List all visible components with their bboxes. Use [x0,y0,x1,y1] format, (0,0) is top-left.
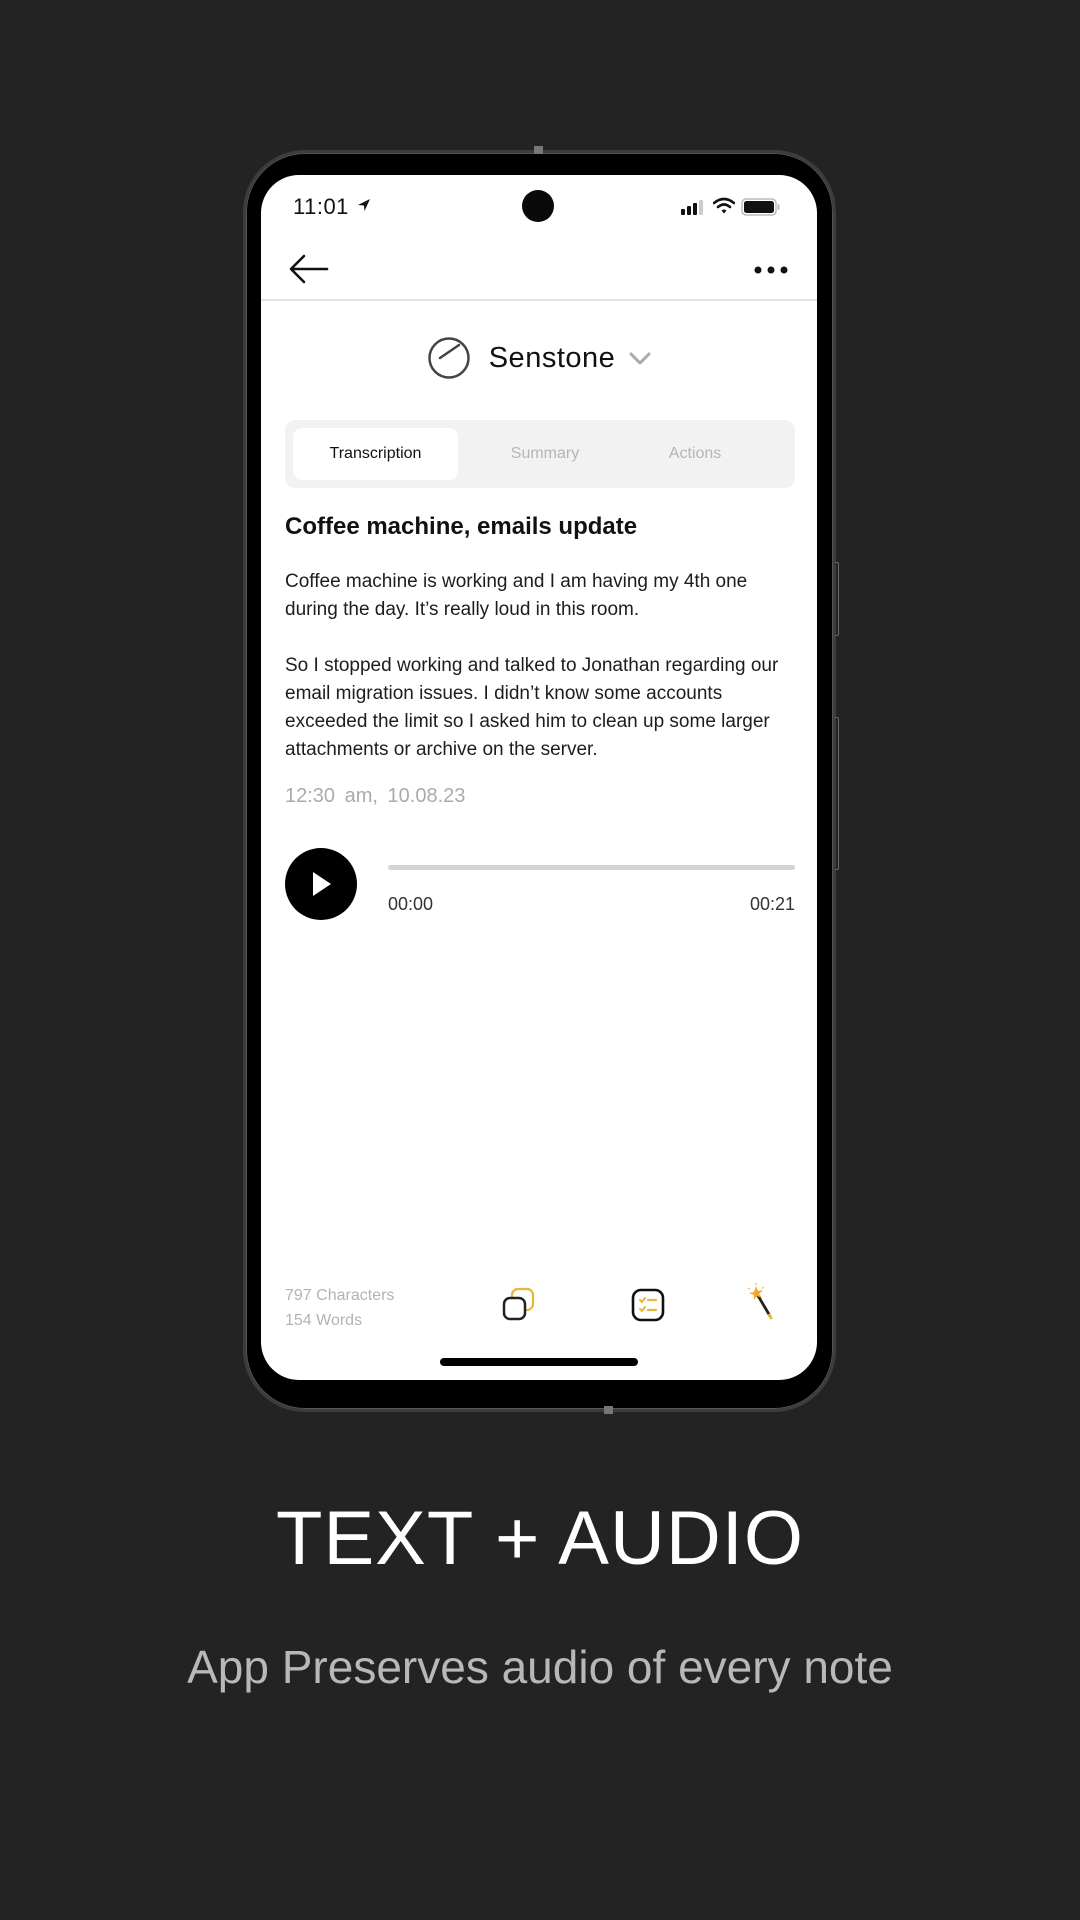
tab-summary[interactable]: Summary [470,428,620,480]
copy-button[interactable] [501,1287,537,1323]
back-button[interactable] [287,251,331,287]
chevron-down-icon [629,352,651,365]
more-horizontal-icon [754,266,788,274]
audio-progress-slider[interactable] [388,865,795,870]
play-icon [313,872,331,896]
total-time: 00:21 [749,894,795,914]
status-bar: 11:01 [261,175,817,235]
volume-button [835,717,839,870]
audio-player: 00:00 00:21 [285,848,795,928]
note-timestamp: 12:30 am, 10.08.23 [285,785,465,808]
note-time: 12:30 am, [285,785,378,807]
promo-headline: TEXT + AUDIO [276,1496,804,1581]
play-button[interactable] [285,848,357,920]
phone-screen: 11:01 Senstone Transcription Summary Act… [261,175,817,1380]
word-count: 154 Words [285,1312,363,1329]
frame-antenna-top [534,146,543,154]
power-button [835,562,839,636]
home-indicator[interactable] [440,1358,638,1366]
note-paragraph: Coffee machine is working and I am havin… [285,571,748,620]
more-options-button[interactable] [751,255,791,285]
magic-wand-button[interactable] [746,1283,776,1323]
magic-wand-icon [747,1283,773,1320]
status-time: 11:01 [293,194,349,219]
character-count: 797 Characters [285,1287,395,1304]
promo-subline: App Preserves audio of every note [187,1641,893,1693]
tab-transcription[interactable]: Transcription [293,428,458,480]
senstone-logo-icon [427,337,470,379]
checklist-button[interactable] [631,1288,665,1322]
brand-selector[interactable]: Senstone [261,335,817,381]
tab-bar: Transcription Summary Actions [285,420,795,488]
bottom-toolbar: 797 Characters 154 Words [261,1275,817,1335]
battery-icon [741,198,780,216]
wifi-icon [713,197,735,214]
checklist-icon [631,1288,665,1322]
copy-icon [502,1287,535,1321]
arrow-left-icon [289,254,329,284]
nav-bar [261,235,817,301]
note-date: 10.08.23 [387,785,466,807]
tab-actions[interactable]: Actions [620,428,770,480]
note-stats: 797 Characters 154 Words [285,1283,394,1333]
current-time: 00:00 [388,894,434,914]
frame-antenna-bottom [604,1406,613,1414]
note-title: Coffee machine, emails update [285,513,638,540]
cellular-signal-icon [681,200,703,215]
brand-name: Senstone [488,341,616,374]
note-paragraph: So I stopped working and talked to Jonat… [285,655,779,760]
location-arrow-icon [358,199,370,211]
